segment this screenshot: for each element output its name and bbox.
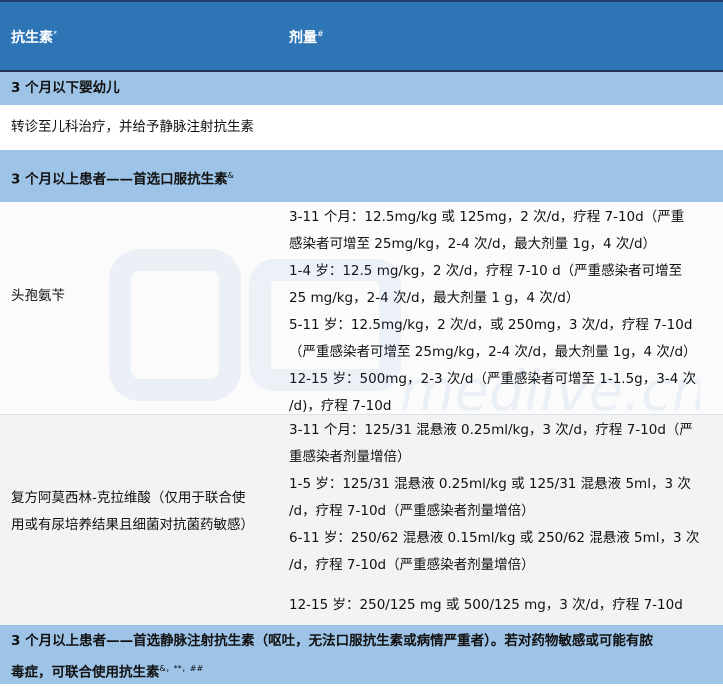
table-row-amoxicillin-clavulanate: 复方阿莫西林-克拉维酸（仅用于联合使 用或有尿培养结果且细菌对抗菌药敏感） 3-… [0, 415, 723, 625]
section-line: 毒症，可联合使用抗生素&，**，## [11, 655, 723, 687]
dose-text: 3-11 个月：12.5mg/kg 或 125mg，2 次/d，疗程 7-10d… [289, 204, 697, 420]
drug-name-line: 复方阿莫西林-克拉维酸（仅用于联合使 [11, 490, 246, 506]
dose-line: （严重感染者可增至 25mg/kg，2-4 次/d，最大剂量 1g，4 次/d） [289, 344, 697, 360]
dose-line: 感染者可增至 25mg/kg，2-4 次/d，最大剂量 1g，4 次/d） [289, 236, 657, 252]
dose-line: 3-11 个月：12.5mg/kg 或 125mg，2 次/d，疗程 7-10d… [289, 209, 685, 225]
section-sup: &，**，## [159, 664, 204, 673]
dose-line: /d，疗程 7-10d（严重感染者剂量增倍） [289, 503, 535, 519]
section-over-3-months-iv: 3 个月以上患者——首选静脉注射抗生素（呕吐，无法口服抗生素或病情严重者）。若对… [0, 625, 723, 684]
header-antibiotic-sup: * [53, 29, 57, 39]
dose-line: /d，疗程 7-10d（严重感染者剂量增倍） [289, 557, 535, 573]
section-over-3-months-oral: 3 个月以上患者——首选口服抗生素& [0, 150, 723, 202]
drug-name: 复方阿莫西林-克拉维酸（仅用于联合使 用或有尿培养结果且细菌对抗菌药敏感） [11, 485, 254, 539]
header-dose-label: 剂量 [289, 30, 317, 46]
dose-line: 12-15 岁：250/125 mg 或 500/125 mg，3 次/d，疗程… [289, 597, 683, 613]
section-line-text: 毒症，可联合使用抗生素 [11, 664, 160, 681]
dose-line: 1-5 岁：125/31 混悬液 0.25ml/kg 或 125/31 混悬液 … [289, 476, 691, 492]
dose-text: 3-11 个月：125/31 混悬液 0.25ml/kg，3 次/d，疗程 7-… [289, 417, 699, 619]
dose-line: 25 mg/kg，2-4 次/d，最大剂量 1 g，4 次/d） [289, 290, 580, 306]
section-under-3-months: 3 个月以下婴幼儿 [0, 72, 723, 105]
drug-name: 头孢氨苄 [11, 288, 65, 304]
dose-line: 5-11 岁：12.5mg/kg，2 次/d，或 250mg，3 次/d，疗程 … [289, 317, 693, 333]
section-under-3-months-note: 转诊至儿科治疗，并给予静脉注射抗生素 [11, 119, 254, 135]
header-antibiotic: 抗生素* [11, 27, 57, 47]
header-dose: 剂量# [289, 27, 324, 47]
header-antibiotic-label: 抗生素 [11, 30, 53, 46]
section-title: 3 个月以上患者——首选口服抗生素 [11, 171, 228, 188]
drug-name-line: 用或有尿培养结果且细菌对抗菌药敏感） [11, 517, 254, 533]
table-row-cefalexin: 头孢氨苄 3-11 个月：12.5mg/kg 或 125mg，2 次/d，疗程 … [0, 202, 723, 415]
section-sup: & [227, 171, 234, 180]
header-dose-sup: # [317, 29, 324, 39]
dose-line: 重感染者剂量增倍） [289, 449, 411, 465]
dose-line: 12-15 岁：500mg，2-3 次/d（严重感染者可增至 1-1.5g，3-… [289, 371, 697, 387]
table-header: 抗生素* 剂量# [0, 0, 723, 72]
dose-line: 6-11 岁：250/62 混悬液 0.15ml/kg 或 250/62 混悬液… [289, 530, 700, 546]
section-line: 3 个月以上患者——首选静脉注射抗生素（呕吐，无法口服抗生素或病情严重者）。若对… [11, 633, 653, 649]
dose-line: 1-4 岁：12.5 mg/kg，2 次/d，疗程 7-10 d（严重感染者可增… [289, 263, 683, 279]
dose-line: 3-11 个月：125/31 混悬液 0.25ml/kg，3 次/d，疗程 7-… [289, 422, 693, 438]
